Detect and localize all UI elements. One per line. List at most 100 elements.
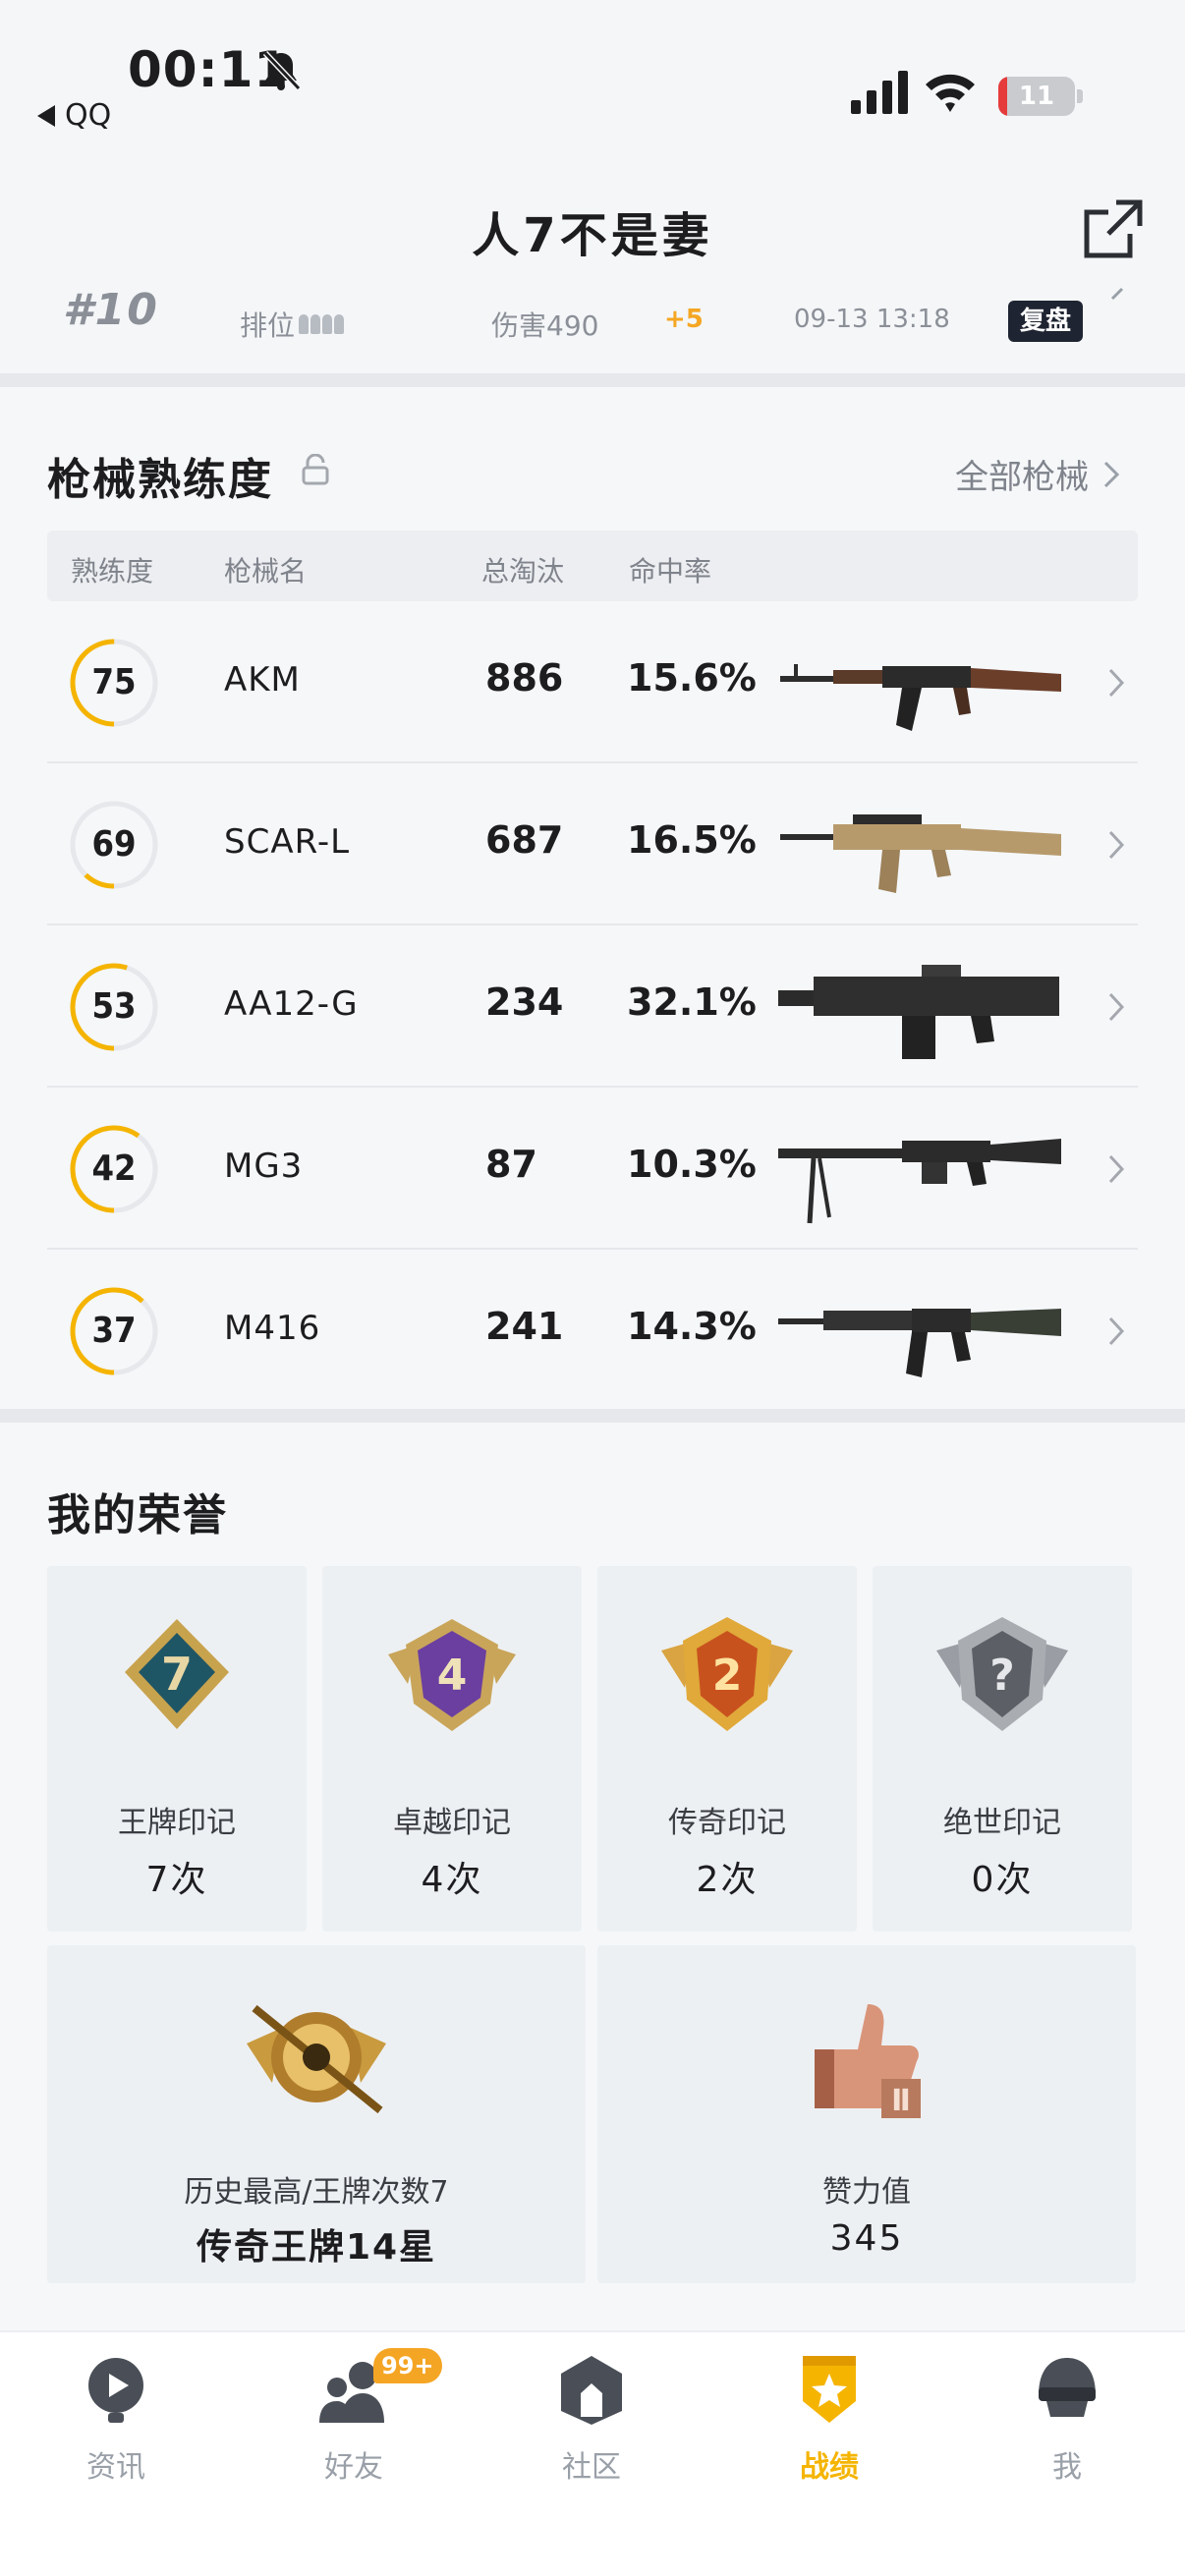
share-icon[interactable] bbox=[1081, 196, 1146, 261]
peerless-mark-badge-icon: ? bbox=[936, 1617, 1068, 1731]
weapon-mastery-title: 枪械熟练度 bbox=[47, 455, 273, 505]
team-size-icon bbox=[299, 314, 345, 334]
weapon-kills: 234 bbox=[485, 980, 564, 1024]
chevron-right-icon bbox=[1108, 992, 1125, 1022]
weapon-row-aa12-g[interactable]: 53 AA12-G 234 32.1% bbox=[47, 925, 1138, 1088]
ace-mark-badge-icon: 7 bbox=[125, 1619, 229, 1729]
thumbs-up-icon: Ⅱ bbox=[815, 2004, 921, 2118]
match-record-row[interactable]: #10 排位 伤害490 +5 09-13 13:18 复盘 bbox=[0, 285, 1185, 373]
honor-likes-card[interactable]: Ⅱ 赞力值 345 bbox=[597, 1945, 1136, 2283]
tab-community[interactable]: 社区 bbox=[513, 2352, 670, 2490]
replay-button[interactable]: 复盘 bbox=[1008, 301, 1083, 342]
weapon-name: M416 bbox=[224, 1309, 321, 1348]
weapon-hit-rate: 15.6% bbox=[627, 656, 757, 700]
back-to-qq[interactable]: QQ bbox=[37, 98, 111, 133]
honor-peerless-mark[interactable]: ? 绝世印记 0次 bbox=[873, 1566, 1132, 1932]
helmet-icon bbox=[1039, 2358, 1096, 2417]
friends-notification-badge: 99+ bbox=[373, 2348, 442, 2383]
legend-mark-badge-icon: 2 bbox=[661, 1617, 793, 1731]
tab-records-label: 战绩 bbox=[800, 2450, 859, 2485]
match-mode: 排位 bbox=[240, 305, 345, 344]
col-name: 枪械名 bbox=[224, 555, 308, 588]
chevron-right-icon bbox=[1110, 287, 1124, 301]
honors-title: 我的荣誉 bbox=[47, 1490, 228, 1540]
back-app-label: QQ bbox=[65, 98, 112, 133]
tab-me[interactable]: 我 bbox=[988, 2352, 1146, 2490]
honor-ace-mark[interactable]: 7 王牌印记 7次 bbox=[47, 1566, 307, 1932]
weapon-name: AKM bbox=[224, 660, 301, 700]
honor-count: 7次 bbox=[145, 1860, 208, 1900]
svg-text:7: 7 bbox=[161, 1648, 193, 1701]
honor-legend-mark[interactable]: 2 传奇印记 2次 bbox=[597, 1566, 857, 1932]
honor-label: 王牌印记 bbox=[118, 1806, 236, 1840]
battery-level: 11 bbox=[1018, 82, 1055, 111]
honor-best-rank-card[interactable]: 历史最高/王牌次数7 传奇王牌14星 bbox=[47, 1945, 586, 2283]
records-shield-star-icon bbox=[803, 2356, 856, 2423]
match-score-change: +5 bbox=[664, 305, 704, 334]
m416-rifle-icon bbox=[778, 1309, 1061, 1377]
mg3-machine-gun-icon bbox=[778, 1139, 1061, 1224]
weapon-kills: 886 bbox=[485, 656, 564, 700]
tab-community-label: 社区 bbox=[562, 2450, 621, 2485]
weapon-name: MG3 bbox=[224, 1147, 304, 1186]
best-rank-value: 传奇王牌14星 bbox=[196, 2227, 437, 2268]
honor-label: 传奇印记 bbox=[668, 1806, 786, 1840]
tab-news[interactable]: 资讯 bbox=[37, 2352, 195, 2490]
svg-text:?: ? bbox=[989, 1651, 1015, 1701]
weapon-row-scar-l[interactable]: 69 SCAR-L 687 16.5% bbox=[47, 763, 1138, 925]
all-guns-link[interactable]: 全部枪械 bbox=[955, 450, 1120, 498]
mastery-table-header: 熟练度 枪械名 总淘汰 命中率 bbox=[47, 531, 1138, 601]
ace-rank-trophy-icon bbox=[247, 2004, 386, 2114]
scar-l-rifle-icon bbox=[780, 814, 1061, 893]
svg-text:4: 4 bbox=[437, 1651, 468, 1701]
wifi-icon bbox=[926, 74, 975, 112]
honor-excellence-mark[interactable]: 4 卓越印记 4次 bbox=[322, 1566, 582, 1932]
weapon-name: AA12-G bbox=[224, 984, 359, 1024]
match-damage: 伤害490 bbox=[491, 309, 599, 342]
col-hit-rate: 命中率 bbox=[629, 555, 712, 588]
honor-count: 0次 bbox=[971, 1860, 1034, 1900]
col-kills: 总淘汰 bbox=[481, 555, 565, 588]
honor-count: 4次 bbox=[421, 1860, 483, 1900]
chevron-right-icon bbox=[1108, 830, 1125, 860]
mastery-level: 69 bbox=[91, 824, 137, 865]
weapon-row-akm[interactable]: 75 AKM 886 15.6% bbox=[47, 601, 1138, 763]
section-divider bbox=[0, 373, 1185, 387]
weapon-row-m416[interactable]: 37 M416 241 14.3% bbox=[47, 1250, 1138, 1412]
likes-label: 赞力值 bbox=[822, 2175, 911, 2210]
mastery-level: 42 bbox=[91, 1148, 137, 1189]
bell-off-icon bbox=[262, 50, 302, 91]
weapon-hit-rate: 14.3% bbox=[627, 1305, 757, 1348]
unlock-icon bbox=[302, 454, 329, 485]
weapon-kills: 87 bbox=[485, 1143, 537, 1186]
weapon-hit-rate: 10.3% bbox=[627, 1143, 757, 1186]
honor-count: 2次 bbox=[696, 1860, 759, 1900]
tab-friends[interactable]: 99+ 好友 bbox=[275, 2348, 442, 2490]
mastery-level: 37 bbox=[91, 1311, 137, 1351]
chevron-right-icon bbox=[1108, 668, 1125, 698]
akm-rifle-icon bbox=[780, 664, 1061, 731]
chevron-right-icon bbox=[1108, 1316, 1125, 1346]
honor-label: 卓越印记 bbox=[393, 1806, 511, 1840]
mastery-level: 75 bbox=[91, 662, 137, 702]
tab-news-label: 资讯 bbox=[86, 2450, 145, 2485]
weapon-row-mg3[interactable]: 42 MG3 87 10.3% bbox=[47, 1088, 1138, 1250]
svg-text:2: 2 bbox=[712, 1651, 743, 1701]
chevron-right-icon bbox=[1108, 1154, 1125, 1184]
svg-text:Ⅱ: Ⅱ bbox=[891, 2084, 911, 2118]
weapon-hit-rate: 16.5% bbox=[627, 818, 757, 862]
weapon-hit-rate: 32.1% bbox=[627, 980, 757, 1024]
match-rank: #10 bbox=[63, 285, 159, 335]
weapon-kills: 241 bbox=[485, 1305, 564, 1348]
section-divider bbox=[0, 1409, 1185, 1423]
community-house-icon bbox=[561, 2356, 622, 2425]
status-bar: 00:11 QQ 11 bbox=[0, 0, 1185, 147]
weapon-name: SCAR-L bbox=[224, 822, 351, 862]
aa12-shotgun-icon bbox=[778, 965, 1059, 1059]
best-rank-label: 历史最高/王牌次数7 bbox=[184, 2175, 449, 2210]
tab-records[interactable]: 战绩 bbox=[751, 2352, 908, 2490]
chevron-right-icon bbox=[1103, 461, 1120, 487]
weapon-kills: 687 bbox=[485, 818, 564, 862]
tab-me-label: 我 bbox=[1052, 2450, 1082, 2485]
back-arrow-icon bbox=[37, 104, 55, 127]
